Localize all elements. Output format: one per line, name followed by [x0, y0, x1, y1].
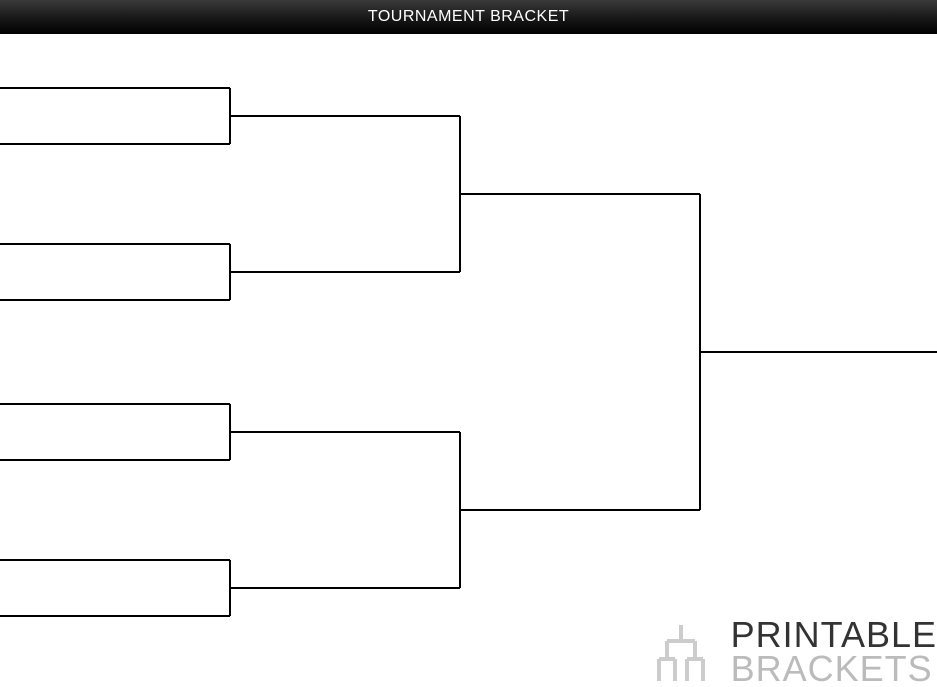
- page-header: TOURNAMENT BRACKET: [0, 0, 937, 34]
- bracket-diagram: [0, 34, 937, 687]
- page-title: TOURNAMENT BRACKET: [368, 8, 569, 25]
